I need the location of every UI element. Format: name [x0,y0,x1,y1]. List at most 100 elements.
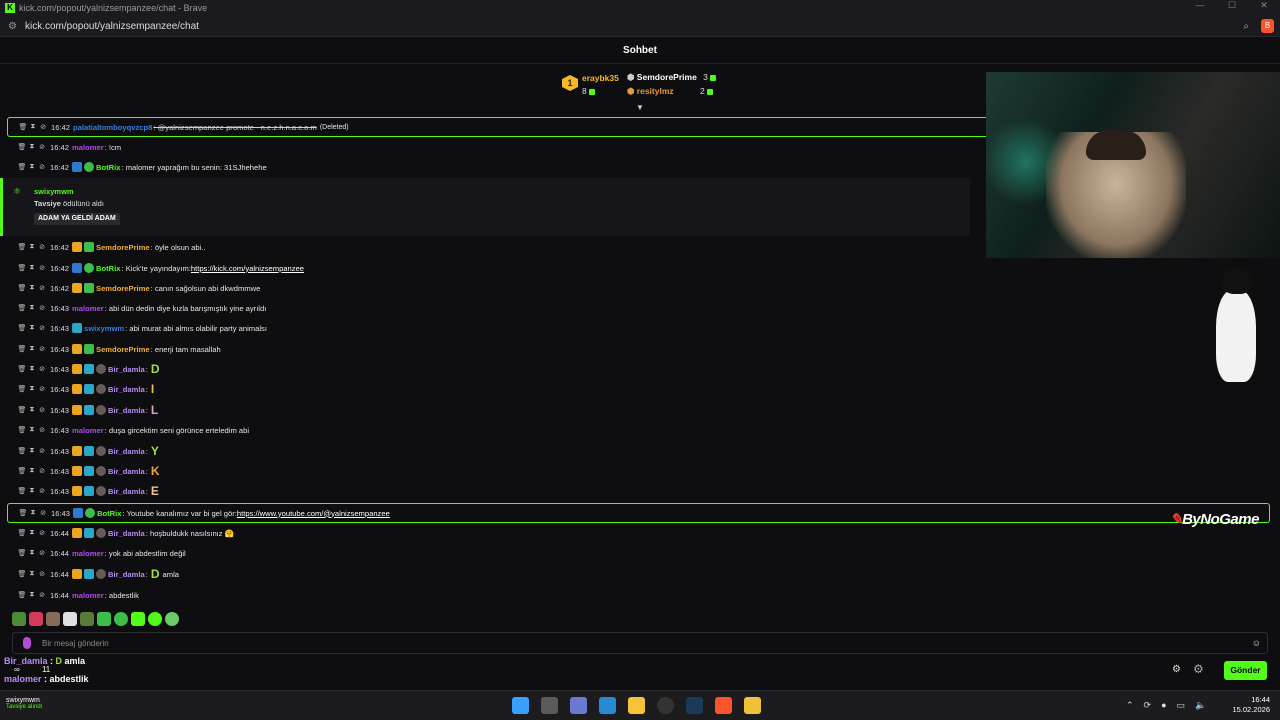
tray-chevron-icon[interactable]: ⌃ [1126,700,1134,711]
message-username[interactable]: Bir_damla [108,365,145,374]
message-username[interactable]: Bir_damla [108,570,145,579]
ban-icon[interactable]: ⊘ [37,426,47,434]
message-link[interactable]: https://www.youtube.com/@yalnizsempanzee [237,509,390,518]
delete-icon[interactable]: 🗑 [17,345,27,353]
windows-start-icon[interactable] [512,697,529,714]
timeout-icon[interactable]: ⧗ [27,324,37,332]
ban-icon[interactable]: ⊘ [37,487,47,495]
brave-browser-icon[interactable] [715,697,732,714]
delete-icon[interactable]: 🗑 [18,509,28,517]
timeout-icon[interactable]: ⧗ [27,345,37,353]
taskbar-clock[interactable]: 16:44 15.02.2026 [1226,695,1270,715]
timeout-icon[interactable]: ⧗ [27,426,37,434]
ban-icon[interactable]: ⊘ [37,264,47,272]
taskbar-notification[interactable]: swixymwm Tavsiye alındı [6,697,42,710]
message-username[interactable]: malomer [72,549,104,558]
delete-icon[interactable]: 🗑 [17,143,27,151]
sync-icon[interactable]: ⟳ [1144,700,1152,711]
delete-icon[interactable]: 🗑 [17,467,27,475]
leader-second-name[interactable]: SemdorePrime [637,72,697,82]
file-explorer-icon[interactable] [628,697,645,714]
message-username[interactable]: swixymwm [84,324,124,333]
ban-icon[interactable]: ⊘ [37,284,47,292]
timeout-icon[interactable]: ⧗ [27,529,37,537]
emote-chat-icon[interactable] [148,612,162,626]
delete-icon[interactable]: 🗑 [17,243,27,251]
ban-icon[interactable]: ⊘ [37,467,47,475]
settings-gear-icon[interactable]: ⚙ [1172,664,1181,675]
display-icon[interactable]: ▭ [1177,700,1186,711]
photos-icon[interactable] [599,697,616,714]
url-text[interactable]: kick.com/popout/yalnizsempanzee/chat [25,21,199,32]
collapse-leaderboard-icon[interactable]: ▼ [635,103,645,112]
ban-icon[interactable]: ⊘ [38,123,48,131]
ban-icon[interactable]: ⊘ [37,243,47,251]
steam-icon[interactable] [686,697,703,714]
timeout-icon[interactable]: ⧗ [27,304,37,312]
delete-icon[interactable]: 🗑 [17,570,27,578]
delete-icon[interactable]: 🗑 [17,549,27,557]
timeout-icon[interactable]: ⧗ [27,264,37,272]
minimize-button[interactable]: — [1184,0,1216,11]
delete-icon[interactable]: 🗑 [17,163,27,171]
message-link[interactable]: https://kick.com/yalnizsempanzee [191,264,304,273]
message-username[interactable]: BotRix [96,264,120,273]
timeout-icon[interactable]: ⧗ [27,284,37,292]
close-button[interactable]: ✕ [1248,0,1280,11]
ban-icon[interactable]: ⊘ [37,365,47,373]
emote-face-icon[interactable] [46,612,60,626]
ban-icon[interactable]: ⊘ [37,549,47,557]
delete-icon[interactable]: 🗑 [18,123,28,131]
emote-kick-icon[interactable] [97,612,111,626]
message-username[interactable]: SemdorePrime [96,345,150,354]
timeout-icon[interactable]: ⧗ [27,549,37,557]
ban-icon[interactable]: ⊘ [37,570,47,578]
timeout-icon[interactable]: ⧗ [27,365,37,373]
delete-icon[interactable]: 🗑 [17,324,27,332]
timeout-icon[interactable]: ⧗ [28,509,38,517]
delete-icon[interactable]: 🗑 [17,406,27,414]
delete-icon[interactable]: 🗑 [17,264,27,272]
delete-icon[interactable]: 🗑 [17,487,27,495]
emote-blob-icon[interactable] [114,612,128,626]
timeout-icon[interactable]: ⧗ [27,406,37,414]
timeout-icon[interactable]: ⧗ [27,591,37,599]
site-settings-icon[interactable]: ⚙ [8,21,17,32]
emote-turtle-icon[interactable] [80,612,94,626]
emote-ghost-icon[interactable] [63,612,77,626]
send-button[interactable]: Gönder [1224,661,1267,680]
leader-third-name[interactable]: resitylmz [637,86,674,96]
timeout-icon[interactable]: ⧗ [27,385,37,393]
zoom-icon[interactable]: ⌕ [1243,21,1249,32]
address-bar[interactable]: ⚙ kick.com/popout/yalnizsempanzee/chat ⌕… [0,16,1280,37]
timeout-icon[interactable]: ⧗ [27,143,37,151]
ban-icon[interactable]: ⊘ [37,385,47,393]
timeout-icon[interactable]: ⧗ [27,163,37,171]
timeout-icon[interactable]: ⧗ [27,243,37,251]
ban-icon[interactable]: ⊘ [38,509,48,517]
microphone-icon[interactable] [23,637,31,649]
ban-icon[interactable]: ⊘ [37,345,47,353]
delete-icon[interactable]: 🗑 [17,529,27,537]
message-username[interactable]: Bir_damla [108,447,145,456]
emote-skull-icon[interactable] [165,612,179,626]
emote-heart-icon[interactable] [29,612,43,626]
ban-icon[interactable]: ⊘ [37,143,47,151]
message-username[interactable]: SemdorePrime [96,284,150,293]
chat-options-icon[interactable]: ⚙ [1193,662,1204,676]
volume-icon[interactable]: 🔈 [1195,700,1206,711]
obs-icon[interactable] [657,697,674,714]
snipping-tool-icon[interactable] [570,697,587,714]
message-username[interactable]: Bir_damla [108,487,145,496]
timeout-icon[interactable]: ⧗ [27,447,37,455]
ban-icon[interactable]: ⊘ [37,304,47,312]
message-username[interactable]: malomer [72,591,104,600]
leader-first[interactable]: eraybk35 [582,73,619,83]
ban-icon[interactable]: ⊘ [37,529,47,537]
brave-shields-icon[interactable]: B [1261,19,1274,33]
message-username[interactable]: Bir_damla [108,406,145,415]
reward-user[interactable]: swixymwm [34,187,74,196]
message-username[interactable]: Bir_damla [108,467,145,476]
emoji-icon[interactable]: ☺ [1252,638,1261,648]
emote-green-icon[interactable] [131,612,145,626]
